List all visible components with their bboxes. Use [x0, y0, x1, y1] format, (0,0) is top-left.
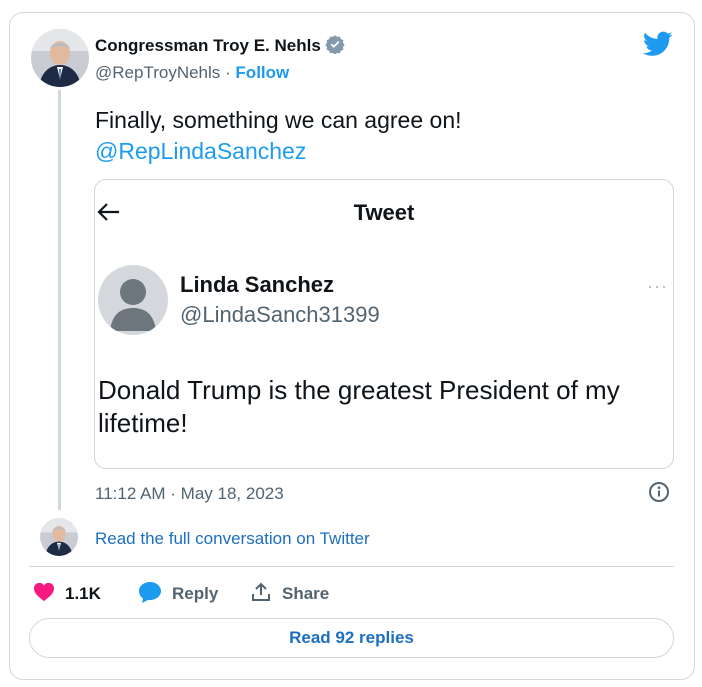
author-avatar[interactable] — [31, 29, 89, 87]
conversation-avatar — [40, 518, 78, 556]
tweet-body: Finally, something we can agree on! — [95, 107, 462, 133]
author-name-text[interactable]: Congressman Troy E. Nehls — [95, 36, 321, 55]
author-handle[interactable]: @RepTroyNehls — [95, 63, 220, 82]
author-handle-line: @RepTroyNehls · Follow — [95, 63, 289, 83]
heart-icon — [33, 582, 65, 607]
read-conversation-link[interactable]: Read the full conversation on Twitter — [95, 529, 370, 549]
more-options-icon: ··· — [647, 276, 668, 296]
follow-button[interactable]: Follow — [235, 63, 289, 82]
quoted-name: Linda Sanchez — [180, 272, 335, 297]
author-name[interactable]: Congressman Troy E. Nehls — [95, 34, 345, 59]
quoted-header-title: Tweet — [353, 200, 415, 225]
quoted-handle: @LindaSanch31399 — [180, 302, 380, 327]
reply-icon — [138, 581, 172, 608]
thread-line — [58, 90, 61, 510]
quoted-tweet-image[interactable]: Tweet Linda Sanchez @LindaSanch31399 ···… — [94, 179, 674, 469]
share-action[interactable]: Share — [250, 580, 329, 608]
quoted-avatar — [98, 265, 168, 335]
divider — [29, 566, 674, 567]
info-icon[interactable] — [648, 481, 670, 508]
like-count: 1.1K — [65, 584, 101, 603]
share-icon — [250, 581, 282, 608]
twitter-bird-icon[interactable] — [642, 31, 673, 62]
tweet-text: Finally, something we can agree on! @Rep… — [95, 105, 462, 167]
timestamp[interactable]: 11:12 AM · May 18, 2023 — [95, 484, 284, 504]
mention-link[interactable]: @RepLindaSanchez — [95, 136, 462, 167]
read-replies-button[interactable]: Read 92 replies — [29, 618, 674, 658]
like-action[interactable]: 1.1K — [33, 580, 101, 608]
share-label: Share — [282, 584, 330, 603]
handle-separator: · — [225, 63, 231, 82]
quoted-text: Donald Trump is the greatest President o… — [98, 375, 620, 438]
verified-badge-icon — [325, 34, 345, 59]
reply-action[interactable]: Reply — [138, 580, 218, 608]
reply-label: Reply — [172, 584, 219, 603]
